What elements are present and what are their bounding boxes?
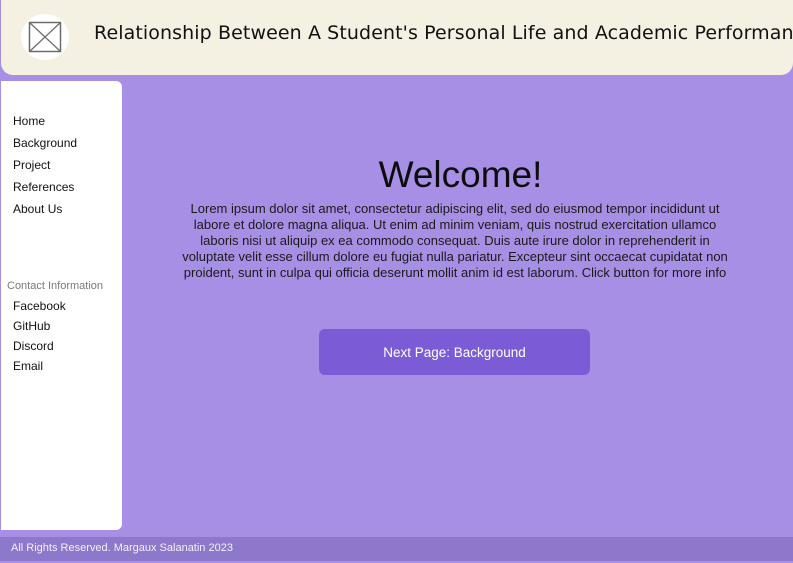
nav-item-about-us[interactable]: About Us: [13, 202, 77, 224]
nav-item-project[interactable]: Project: [13, 158, 77, 180]
nav-item-references[interactable]: References: [13, 180, 77, 202]
image-placeholder-icon: [28, 21, 62, 53]
intro-paragraph: Lorem ipsum dolor sit amet, consectetur …: [182, 201, 728, 280]
contact-link-discord[interactable]: Discord: [13, 339, 66, 359]
contact-link-github[interactable]: GitHub: [13, 319, 66, 339]
contact-link-email[interactable]: Email: [13, 359, 66, 379]
sidebar: Home Background Project References About…: [1, 81, 122, 530]
page-title: Relationship Between A Student's Persona…: [94, 22, 793, 44]
main-nav: Home Background Project References About…: [13, 114, 77, 224]
next-page-button[interactable]: Next Page: Background: [319, 329, 590, 375]
logo[interactable]: [21, 14, 69, 60]
contact-links: Facebook GitHub Discord Email: [13, 299, 66, 379]
site-header: Relationship Between A Student's Persona…: [1, 0, 793, 75]
contact-heading: Contact Information: [7, 280, 103, 292]
nav-item-home[interactable]: Home: [13, 114, 77, 136]
footer-copyright: All Rights Reserved. Margaux Salanatin 2…: [11, 542, 233, 554]
site-footer: All Rights Reserved. Margaux Salanatin 2…: [0, 537, 793, 561]
welcome-heading: Welcome!: [378, 154, 543, 195]
nav-item-background[interactable]: Background: [13, 136, 77, 158]
contact-link-facebook[interactable]: Facebook: [13, 299, 66, 319]
